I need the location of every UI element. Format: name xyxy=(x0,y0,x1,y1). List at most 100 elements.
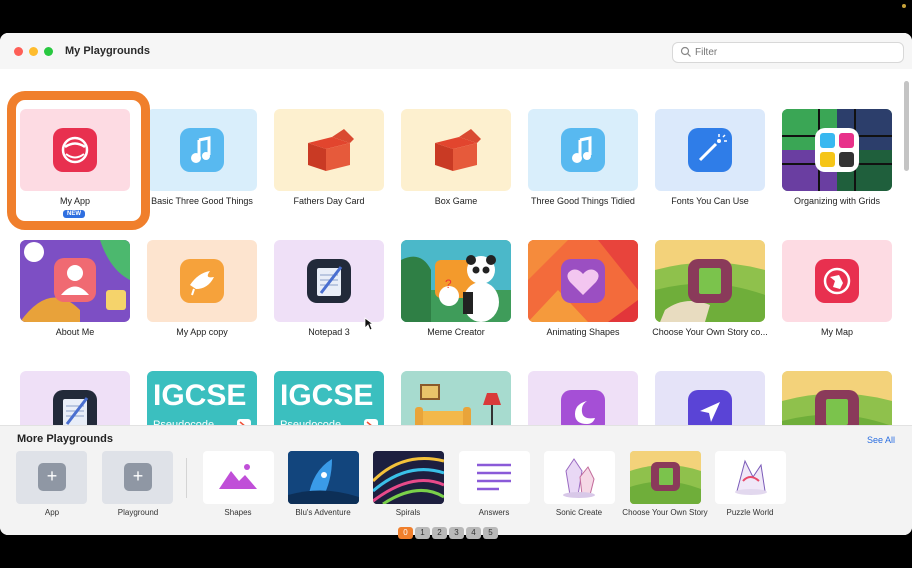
page-button[interactable]: 1 xyxy=(415,527,430,539)
camera-indicator xyxy=(902,4,906,8)
filter-field[interactable] xyxy=(672,42,904,63)
music-note-icon xyxy=(561,128,605,172)
playground-tile[interactable] xyxy=(782,371,892,429)
more-item-sonic-create[interactable] xyxy=(544,451,615,504)
playground-label: Basic Three Good Things xyxy=(151,196,253,206)
notepad-icon xyxy=(53,390,97,429)
title-bar: My Playgrounds xyxy=(0,33,912,69)
plus-icon: + xyxy=(38,463,66,491)
playground-label: About Me xyxy=(55,327,95,337)
playground-tile[interactable] xyxy=(20,371,130,429)
playground-tile[interactable] xyxy=(782,109,892,191)
playground-tile[interactable] xyxy=(655,109,765,191)
playground-tile[interactable] xyxy=(528,240,638,322)
see-all-link[interactable]: See All xyxy=(867,435,895,445)
book-icon xyxy=(630,451,701,504)
playground-tile[interactable] xyxy=(147,240,257,322)
plus-icon: + xyxy=(124,463,152,491)
new-app-button[interactable]: + xyxy=(16,451,87,504)
page-button[interactable]: 4 xyxy=(466,527,481,539)
playground-tile[interactable] xyxy=(274,109,384,191)
page-button[interactable]: 5 xyxy=(483,527,498,539)
screen-top-bar xyxy=(0,0,912,28)
more-item-label: Puzzle World xyxy=(726,508,774,517)
new-badge: NEW xyxy=(63,210,85,218)
more-item-choose-your-own-story[interactable] xyxy=(630,451,701,504)
more-item-label: Playground xyxy=(117,508,159,517)
igcse-title: IGCSE xyxy=(153,379,247,412)
shapes-icon xyxy=(219,464,257,489)
playground-label: Notepad 3 xyxy=(308,327,350,337)
playground-tile[interactable] xyxy=(147,109,257,191)
playground-tile[interactable] xyxy=(401,109,511,191)
playground-tile-igcse[interactable]: IGCSE Pseudocode → xyxy=(147,371,257,429)
more-item-answers[interactable] xyxy=(459,451,530,504)
playground-label: Box Game xyxy=(434,196,478,206)
playground-tile[interactable] xyxy=(655,371,765,429)
svg-text:?: ? xyxy=(445,277,452,291)
person-icon xyxy=(20,240,130,322)
box-icon xyxy=(308,129,354,171)
zoom-button[interactable] xyxy=(44,47,53,56)
more-item-shapes[interactable] xyxy=(203,451,274,504)
playground-tile[interactable]: ? xyxy=(401,240,511,322)
igcse-title: IGCSE xyxy=(280,379,374,412)
grid-scrollbar[interactable] xyxy=(904,81,909,171)
screen-bottom-bar xyxy=(0,535,912,568)
more-item-spirals[interactable] xyxy=(373,451,444,504)
heart-icon xyxy=(528,240,638,322)
playground-label: Choose Your Own Story co... xyxy=(652,327,768,337)
box-icon xyxy=(435,129,481,171)
book-icon xyxy=(655,240,765,322)
grid-icon xyxy=(782,109,892,191)
new-playground-button[interactable]: + xyxy=(102,451,173,504)
close-button[interactable] xyxy=(14,47,23,56)
crystal-icon xyxy=(563,458,595,498)
playgrounds-window: My Playgrounds My App Basic Three Good T… xyxy=(0,33,912,535)
playground-tile-igcse[interactable]: IGCSE Pseudocode → xyxy=(274,371,384,429)
playground-label: Meme Creator xyxy=(427,327,485,337)
playground-label: My App copy xyxy=(176,327,228,337)
map-icon xyxy=(815,259,859,303)
playground-label: Fathers Day Card xyxy=(293,196,365,206)
more-item-label: Shapes xyxy=(224,508,252,517)
room-icon xyxy=(401,371,511,429)
more-item-label: Sonic Create xyxy=(555,508,603,517)
more-item-label: Choose Your Own Story xyxy=(622,508,708,517)
more-playgrounds-section: More Playgrounds See All + App + Playgro… xyxy=(0,425,912,535)
minimize-button[interactable] xyxy=(29,47,38,56)
page-button[interactable]: 0 xyxy=(398,527,413,539)
more-item-label: Blu's Adventure xyxy=(295,508,351,517)
blu-icon xyxy=(288,451,359,504)
notepad-icon xyxy=(307,259,351,303)
moon-icon xyxy=(561,390,605,429)
playground-label: Three Good Things Tidied xyxy=(531,196,635,206)
playground-tile[interactable] xyxy=(401,371,511,429)
playground-tile[interactable] xyxy=(274,240,384,322)
mouse-cursor-icon xyxy=(364,317,374,331)
music-note-icon xyxy=(180,128,224,172)
more-item-label: Spirals xyxy=(395,508,421,517)
filter-input[interactable] xyxy=(695,45,895,60)
playground-tile[interactable] xyxy=(528,109,638,191)
search-icon xyxy=(680,46,691,57)
playground-tile[interactable] xyxy=(20,240,130,322)
playground-label: My Map xyxy=(820,327,853,337)
puzzle-icon xyxy=(735,459,767,495)
playground-label: Fonts You Can Use xyxy=(671,196,749,206)
book-icon xyxy=(782,371,892,429)
magic-wand-icon xyxy=(688,128,732,172)
page-button[interactable]: 3 xyxy=(449,527,464,539)
playground-tile[interactable] xyxy=(528,371,638,429)
window-title: My Playgrounds xyxy=(65,45,150,57)
location-arrow-icon xyxy=(688,390,732,429)
page-button[interactable]: 2 xyxy=(432,527,447,539)
playground-label: Animating Shapes xyxy=(546,327,620,337)
more-item-puzzle-world[interactable] xyxy=(715,451,786,504)
playground-tile[interactable] xyxy=(655,240,765,322)
pagination: 0 1 2 3 4 5 xyxy=(398,527,498,539)
more-playgrounds-title: More Playgrounds xyxy=(17,433,113,445)
playground-label: Organizing with Grids xyxy=(793,196,881,206)
more-item-blus-adventure[interactable] xyxy=(288,451,359,504)
playground-tile[interactable] xyxy=(782,240,892,322)
